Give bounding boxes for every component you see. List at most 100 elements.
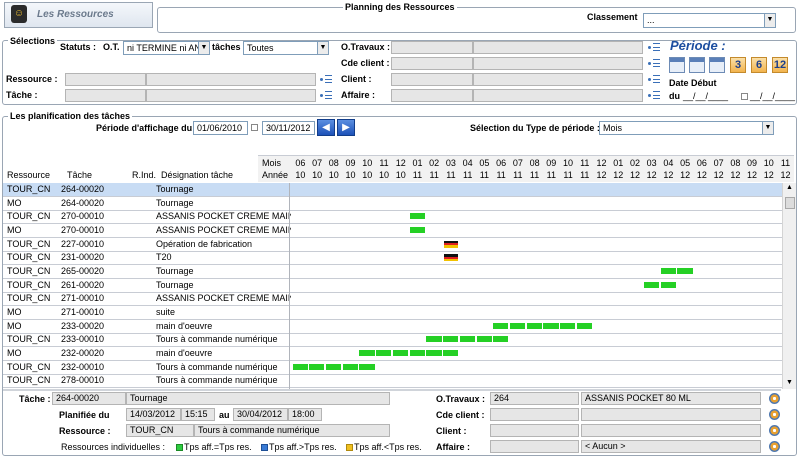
gantt-bar[interactable] (526, 322, 542, 329)
table-row[interactable]: TOUR_CN 270-00010 ASSANIS POCKET CREME MAI… (3, 210, 782, 225)
milestone-flag-icon[interactable] (443, 240, 458, 248)
previous-period-button[interactable]: ◀ (317, 119, 335, 136)
gantt-bar[interactable] (576, 322, 593, 329)
gantt-bar[interactable] (643, 281, 660, 288)
gantt-bar[interactable] (342, 363, 358, 370)
gantt-bar[interactable] (409, 213, 425, 220)
calendar-day-icon[interactable] (669, 57, 685, 73)
client-desc-field[interactable] (473, 73, 643, 86)
gantt-bar[interactable] (409, 226, 425, 233)
period-12-button[interactable]: 12 (772, 57, 788, 73)
taches-select[interactable]: Toutes ▼ (243, 41, 329, 55)
period-6-button[interactable]: 6 (751, 57, 767, 73)
affaire-open-icon[interactable] (769, 441, 780, 452)
otravaux-lookup-icon[interactable] (648, 43, 660, 51)
gantt-bar[interactable] (509, 322, 526, 329)
table-row[interactable]: TOUR_CN 227-00010 Opération de fabrication (3, 238, 782, 252)
gantt-bar[interactable] (426, 349, 442, 356)
month-cell: 12 (596, 158, 607, 168)
date-from-field[interactable]: 01/06/2010 (193, 121, 248, 135)
gantt-bar[interactable] (543, 322, 559, 329)
gantt-bar[interactable] (660, 267, 676, 274)
affaire-code-field[interactable] (391, 89, 473, 102)
table-row[interactable]: MO 270-00010 ASSANIS POCKET CREME MAIN (3, 224, 782, 238)
gantt-bar[interactable] (493, 336, 509, 343)
client-code-field[interactable] (391, 73, 473, 86)
table-row[interactable]: MO 264-00020 Tournage (3, 197, 782, 211)
calendar-month-icon[interactable] (709, 57, 725, 73)
otravaux-code-field[interactable] (391, 41, 473, 54)
date-from-checkbox[interactable] (251, 124, 258, 131)
ressource-desc-field[interactable] (146, 73, 316, 86)
scroll-thumb[interactable] (785, 197, 795, 209)
year-cell: 12 (596, 170, 607, 180)
otravaux-open-icon[interactable] (769, 393, 780, 404)
table-row[interactable]: MO 233-00020 main d'oeuvre (3, 320, 782, 334)
classement-select[interactable]: ... ▼ (643, 13, 776, 28)
tache-lookup-icon[interactable] (320, 91, 332, 99)
chevron-down-icon[interactable]: ▼ (764, 14, 775, 27)
date-to-field[interactable]: 30/11/2012 (262, 121, 315, 135)
ressource-lookup-icon[interactable] (320, 75, 332, 83)
detail-client-num (490, 424, 579, 437)
cde-lookup-icon[interactable] (648, 59, 660, 67)
gantt-bar[interactable] (292, 363, 308, 370)
calendar-week-icon[interactable] (689, 57, 705, 73)
affaire-desc-field[interactable] (473, 89, 643, 102)
scroll-up-icon[interactable]: ▲ (786, 184, 793, 191)
ressource-code-field[interactable] (65, 73, 146, 86)
month-cell: 11 (780, 158, 791, 168)
gantt-bar[interactable] (560, 322, 576, 329)
tache-code-field[interactable] (65, 89, 146, 102)
gantt-bar[interactable] (359, 349, 375, 356)
ot-status-select[interactable]: ni TERMINE ni AN ▼ (123, 41, 210, 55)
date-separator-checkbox[interactable] (741, 93, 748, 100)
table-row[interactable]: TOUR_CN 261-00020 Tournage (3, 279, 782, 293)
year-cell: 10 (345, 170, 356, 180)
table-row[interactable]: MO 232-00020 main d'oeuvre (3, 347, 782, 361)
period-3-button[interactable]: 3 (730, 57, 746, 73)
gantt-bar[interactable] (493, 322, 509, 329)
gantt-bar[interactable] (376, 349, 392, 356)
table-row[interactable]: TOUR_CN 264-00020 Tournage (3, 183, 782, 197)
gantt-bar[interactable] (677, 267, 693, 274)
gantt-bar[interactable] (459, 336, 476, 343)
gantt-bar[interactable] (359, 363, 375, 370)
table-row[interactable]: TOUR_CN 232-00010 Tours à commande numériq… (3, 361, 782, 375)
gantt-bar[interactable] (426, 336, 442, 343)
gantt-bar[interactable] (476, 336, 492, 343)
type-periode-select[interactable]: Mois ▼ (599, 121, 774, 135)
gantt-bar[interactable] (392, 349, 409, 356)
table-row[interactable]: TOUR_CN 231-00020 T20 (3, 251, 782, 266)
chevron-down-icon[interactable]: ▼ (762, 122, 773, 134)
gantt-bar[interactable] (443, 349, 459, 356)
tache-desc-field[interactable] (146, 89, 316, 102)
du-date-field[interactable]: __/__/____ (683, 90, 728, 102)
otravaux-desc-field[interactable] (473, 41, 643, 54)
client-lookup-icon[interactable] (648, 75, 660, 83)
vertical-scrollbar[interactable]: ▲ ▼ (782, 183, 796, 389)
cde-desc-field[interactable] (473, 57, 643, 70)
chevron-down-icon[interactable]: ▼ (317, 42, 328, 54)
client-open-icon[interactable] (769, 425, 780, 436)
chevron-down-icon[interactable]: ▼ (198, 42, 209, 54)
affaire-lookup-icon[interactable] (648, 91, 660, 99)
cde-code-field[interactable] (391, 57, 473, 70)
milestone-flag-icon[interactable] (443, 254, 458, 262)
gantt-bar[interactable] (443, 336, 459, 343)
gantt-bar[interactable] (309, 363, 325, 370)
table-row[interactable]: MO 271-00010 suite (3, 306, 782, 320)
horizontal-scrollbar[interactable] (3, 389, 781, 391)
gantt-bar[interactable] (409, 349, 425, 356)
table-row[interactable]: TOUR_CN 271-00010 ASSANIS POCKET CREME MAI… (3, 292, 782, 307)
next-period-button[interactable]: ▶ (337, 119, 355, 136)
cde-open-icon[interactable] (769, 409, 780, 420)
gantt-bar[interactable] (325, 363, 342, 370)
au-date-field[interactable]: __/__/____ (750, 90, 795, 102)
detail-otravaux-num: 264 (490, 392, 579, 405)
scroll-down-icon[interactable]: ▼ (786, 379, 793, 386)
table-row[interactable]: TOUR_CN 278-00010 Tours à commande numériq… (3, 374, 782, 389)
table-row[interactable]: TOUR_CN 233-00010 Tours à commande numériq… (3, 333, 782, 348)
table-row[interactable]: TOUR_CN 265-00020 Tournage (3, 265, 782, 279)
gantt-bar[interactable] (660, 281, 676, 288)
